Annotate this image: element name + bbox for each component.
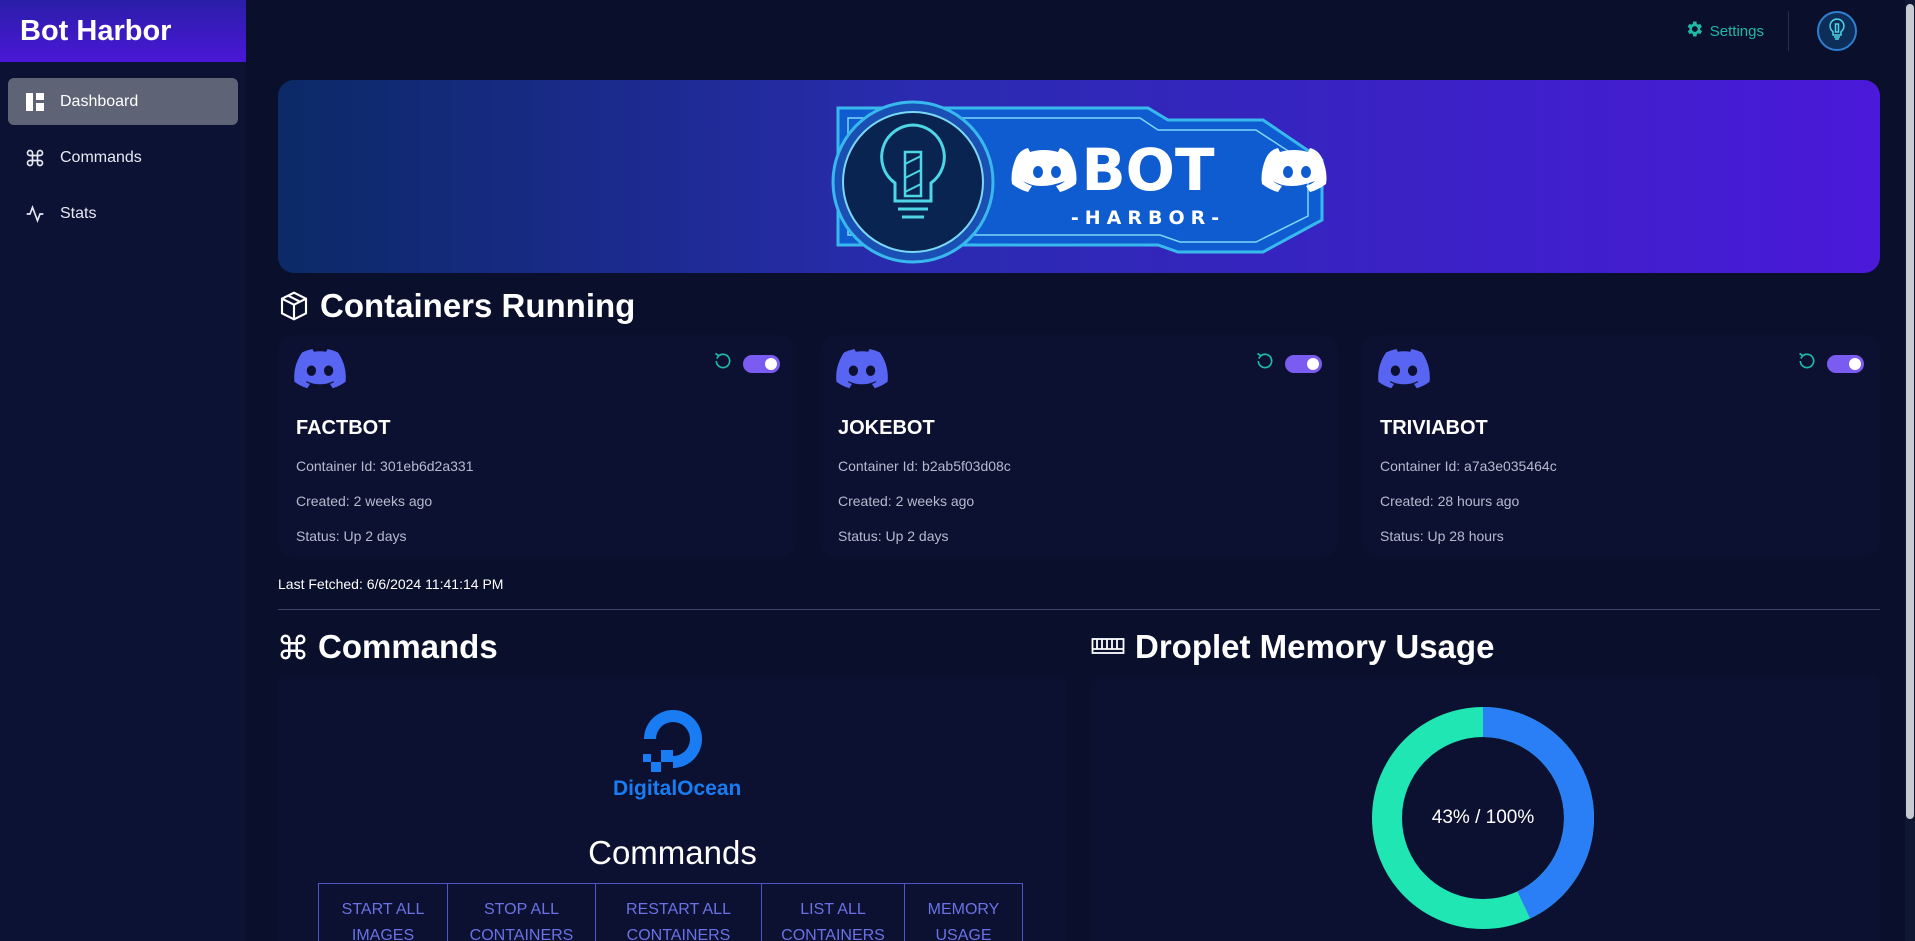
container-created: Created: 2 weeks ago	[296, 493, 433, 509]
restart-all-containers-button[interactable]: RESTART ALL CONTAINERS	[596, 883, 762, 941]
discord-icon	[294, 349, 346, 394]
app-brand[interactable]: Bot Harbor	[0, 0, 246, 62]
container-toggle[interactable]	[743, 354, 780, 373]
topbar-divider	[1788, 11, 1789, 51]
container-status: Status: Up 2 days	[296, 528, 407, 544]
settings-link[interactable]: Settings	[1684, 19, 1764, 43]
sidebar-item-label: Stats	[60, 204, 97, 222]
memory-panel: 43% / 100%	[1091, 676, 1880, 941]
commands-title: Commands	[318, 628, 498, 665]
button-label: RESTART ALL	[626, 901, 731, 918]
container-toggle[interactable]	[1827, 354, 1864, 373]
hero-banner: BOT -HARBOR-	[278, 80, 1880, 273]
commands-panel: DigitalOcean Commands START ALL IMAGES S…	[278, 676, 1067, 941]
gear-icon	[1684, 19, 1704, 43]
memory-donut: 43% / 100%	[1371, 706, 1595, 930]
scrollbar[interactable]	[1905, 0, 1915, 941]
digitalocean-icon	[643, 710, 702, 772]
commands-section-title: Commands	[278, 628, 1067, 666]
logo-sub: -HARBOR-	[1071, 207, 1225, 229]
containers-title: Containers Running	[320, 287, 636, 324]
button-label: STOP ALL	[483, 901, 559, 918]
container-id: Container Id: 301eb6d2a331	[296, 458, 474, 474]
package-box-icon	[278, 290, 310, 322]
restart-icon[interactable]	[1255, 351, 1275, 376]
button-label: START ALL	[341, 901, 425, 918]
button-label: CONTAINERS	[781, 927, 885, 941]
button-label: USAGE	[935, 927, 992, 941]
sidebar-item-stats[interactable]: Stats	[8, 190, 238, 237]
logo-word: BOT	[1081, 136, 1215, 204]
memory-column: Droplet Memory Usage 43% / 100%	[1091, 628, 1880, 941]
container-id: Container Id: a7a3e035464c	[1380, 458, 1557, 474]
containers-section-title: Containers Running	[278, 287, 1880, 325]
discord-icon	[836, 349, 888, 394]
container-created: Created: 28 hours ago	[1380, 493, 1520, 509]
command-icon	[24, 147, 46, 169]
container-status: Status: Up 2 days	[838, 528, 949, 544]
sidebar: Bot Harbor Dashboard Commands Stats	[0, 0, 246, 941]
section-divider	[278, 609, 1880, 610]
list-all-containers-button[interactable]: LIST ALL CONTAINERS	[762, 883, 905, 941]
settings-label: Settings	[1709, 22, 1764, 40]
container-card-factbot: FACTBOT Container Id: 301eb6d2a331 Creat…	[278, 335, 796, 557]
memory-section-title: Droplet Memory Usage	[1091, 628, 1880, 666]
container-toggle[interactable]	[1285, 354, 1322, 373]
bot-harbor-logo: BOT -HARBOR-	[831, 100, 1327, 264]
start-all-images-button[interactable]: START ALL IMAGES	[318, 883, 448, 941]
sidebar-item-label: Dashboard	[60, 92, 139, 110]
button-label: LIST ALL	[800, 901, 866, 918]
container-id: Container Id: b2ab5f03d08c	[838, 458, 1011, 474]
bottom-sections: Commands DigitalOcean Commands START ALL	[278, 628, 1880, 941]
topbar: Settings	[246, 0, 1915, 62]
memory-chip-icon	[1091, 632, 1125, 662]
scrollbar-thumb[interactable]	[1906, 4, 1914, 819]
button-label: CONTAINERS	[626, 927, 731, 941]
avatar[interactable]	[1817, 11, 1857, 51]
memory-usage-button[interactable]: MEMORY USAGE	[905, 883, 1023, 941]
discord-icon	[1378, 349, 1430, 394]
sidebar-nav: Dashboard Commands Stats	[0, 62, 246, 262]
memory-title: Droplet Memory Usage	[1135, 628, 1495, 665]
activity-icon	[24, 203, 46, 225]
digitalocean-logo: DigitalOcean	[613, 706, 742, 801]
container-cards: FACTBOT Container Id: 301eb6d2a331 Creat…	[278, 335, 1880, 557]
sidebar-item-commands[interactable]: Commands	[8, 134, 238, 181]
dashboard-icon	[24, 91, 46, 113]
provider-name: DigitalOcean	[613, 777, 742, 800]
bot-name: TRIVIABOT	[1380, 417, 1488, 439]
main-content: BOT -HARBOR- Containers Running FACTBOT …	[278, 80, 1880, 941]
last-fetched: Last Fetched: 6/6/2024 11:41:14 PM	[278, 576, 504, 592]
button-label: IMAGES	[351, 927, 415, 941]
commands-column: Commands DigitalOcean Commands START ALL	[278, 628, 1067, 941]
button-label: CONTAINERS	[469, 927, 574, 941]
container-status: Status: Up 28 hours	[1380, 528, 1504, 544]
sidebar-item-label: Commands	[60, 148, 142, 166]
bot-name: FACTBOT	[296, 417, 391, 439]
lighthouse-bulb-icon	[1824, 16, 1850, 47]
container-card-jokebot: JOKEBOT Container Id: b2ab5f03d08c Creat…	[820, 335, 1338, 557]
command-icon	[278, 632, 308, 662]
container-card-triviabot: TRIVIABOT Container Id: a7a3e035464c Cre…	[1362, 335, 1880, 557]
bot-name: JOKEBOT	[838, 417, 935, 439]
stop-all-containers-button[interactable]: STOP ALL CONTAINERS	[448, 883, 596, 941]
commands-panel-title: Commands	[588, 834, 757, 871]
restart-icon[interactable]	[713, 351, 733, 376]
restart-icon[interactable]	[1797, 351, 1817, 376]
container-created: Created: 2 weeks ago	[838, 493, 975, 509]
button-label: MEMORY	[927, 901, 1000, 918]
command-buttons: START ALL IMAGES STOP ALL CONTAINERS RES…	[318, 883, 1023, 941]
sidebar-item-dashboard[interactable]: Dashboard	[8, 78, 238, 125]
memory-usage-label: 43% / 100%	[1431, 807, 1535, 828]
